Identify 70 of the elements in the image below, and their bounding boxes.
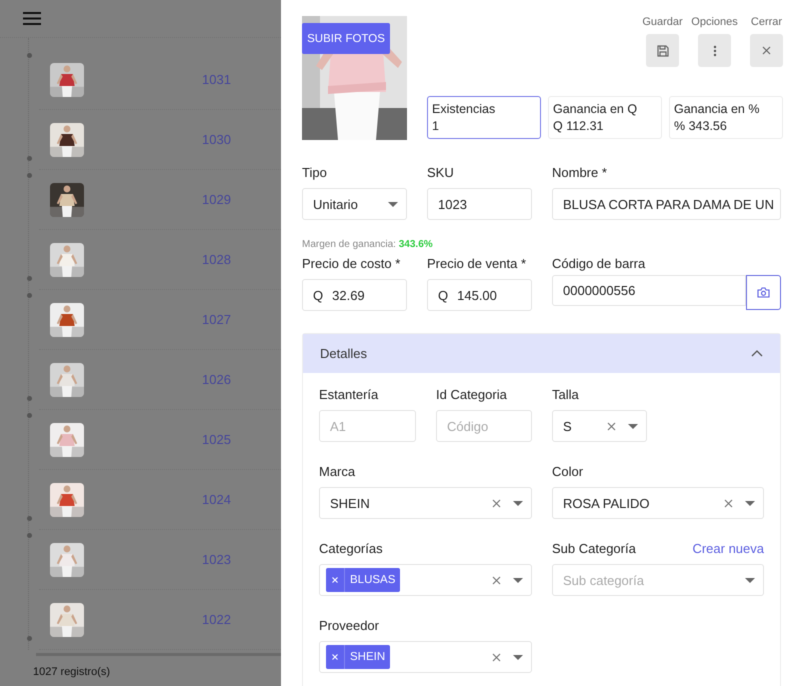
clear-icon[interactable] xyxy=(492,498,501,508)
collapse-icon[interactable] xyxy=(751,350,763,357)
tag-chip[interactable]: SHEIN xyxy=(326,645,390,669)
input-field[interactable]: Q 32.69 xyxy=(302,279,407,311)
save-icon xyxy=(656,44,668,56)
stat-field[interactable]: Existencias 1 xyxy=(427,96,541,139)
field-label: SKU xyxy=(427,165,454,180)
record-count: 1027 registro(s) xyxy=(32,665,112,679)
camera-icon xyxy=(757,287,770,298)
caret-icon xyxy=(745,578,755,582)
menu-icon[interactable] xyxy=(23,12,41,25)
caret-icon xyxy=(745,500,755,506)
timeline-dot xyxy=(27,516,32,521)
field-label: Proveedor xyxy=(319,618,379,633)
caret-icon xyxy=(513,578,523,582)
timeline-dot xyxy=(27,293,32,298)
timeline-dot xyxy=(27,156,32,161)
margin-text: Margen de ganancia: 343.6% xyxy=(302,239,434,250)
input-field[interactable]: 1023 xyxy=(427,188,532,220)
clear-icon[interactable] xyxy=(724,498,733,508)
field-label: Precio de venta * xyxy=(427,256,526,271)
field-label: Código de barra xyxy=(552,256,646,271)
select-field[interactable]: SHEIN xyxy=(319,487,532,519)
caret-icon xyxy=(388,202,398,206)
clear-icon[interactable] xyxy=(607,422,616,430)
timeline-dot xyxy=(27,413,32,418)
input-field[interactable]: BLUSA CORTA PARA DAMA DE UN xyxy=(552,188,781,220)
stat-field[interactable]: Ganancia en % % 343.56 xyxy=(669,96,783,139)
timeline-dot xyxy=(27,396,32,401)
select-field[interactable]: S xyxy=(552,410,647,442)
field-label: Id Categoria xyxy=(436,387,507,402)
clear-icon[interactable] xyxy=(492,576,501,584)
select-field[interactable]: Unitario xyxy=(302,188,407,220)
timeline-dot xyxy=(27,636,32,641)
timeline-dot xyxy=(27,533,32,538)
tag-chip[interactable]: BLUSAS xyxy=(326,568,400,592)
timeline-dot xyxy=(27,276,32,281)
field-label: Estantería xyxy=(319,387,378,402)
select-field[interactable]: ROSA PALIDO xyxy=(552,487,764,519)
create-link[interactable]: Crear nueva xyxy=(692,541,764,556)
details-header[interactable]: Detalles xyxy=(303,334,780,373)
scan-button[interactable] xyxy=(746,275,781,310)
field-label: Nombre * xyxy=(552,165,607,180)
field-label: Color xyxy=(552,464,584,479)
field-label: Talla xyxy=(552,387,579,402)
remove-icon[interactable] xyxy=(332,654,338,660)
field-label: Marca xyxy=(319,464,356,479)
timeline-dot xyxy=(27,53,32,58)
close-icon xyxy=(762,46,771,55)
save-button[interactable] xyxy=(646,34,679,67)
timeline-dot xyxy=(27,173,32,178)
action-label: Cerrar xyxy=(750,16,782,28)
action-label: Guardar xyxy=(642,16,683,28)
tags-select[interactable]: BLUSAS xyxy=(319,564,532,596)
more-icon xyxy=(712,44,716,56)
field-label: Tipo xyxy=(302,165,327,180)
action-label: Opciones xyxy=(691,16,738,28)
stat-field[interactable]: Ganancia en Q Q 112.31 xyxy=(548,96,662,139)
remove-icon[interactable] xyxy=(332,577,338,583)
caret-icon xyxy=(628,424,638,428)
field-label: Categorías xyxy=(319,541,383,556)
upload-button[interactable]: SUBIR FOTOS xyxy=(302,23,390,54)
field-label: Precio de costo * xyxy=(302,256,400,271)
input-field[interactable]: Q 145.00 xyxy=(427,279,532,311)
caret-icon xyxy=(513,654,523,660)
tags-select[interactable]: SHEIN xyxy=(319,641,532,673)
field-label: Sub Categoría xyxy=(552,541,636,556)
caret-icon xyxy=(513,500,523,506)
clear-icon[interactable] xyxy=(492,652,501,662)
barcode-field[interactable]: 0000000556 xyxy=(552,275,746,306)
